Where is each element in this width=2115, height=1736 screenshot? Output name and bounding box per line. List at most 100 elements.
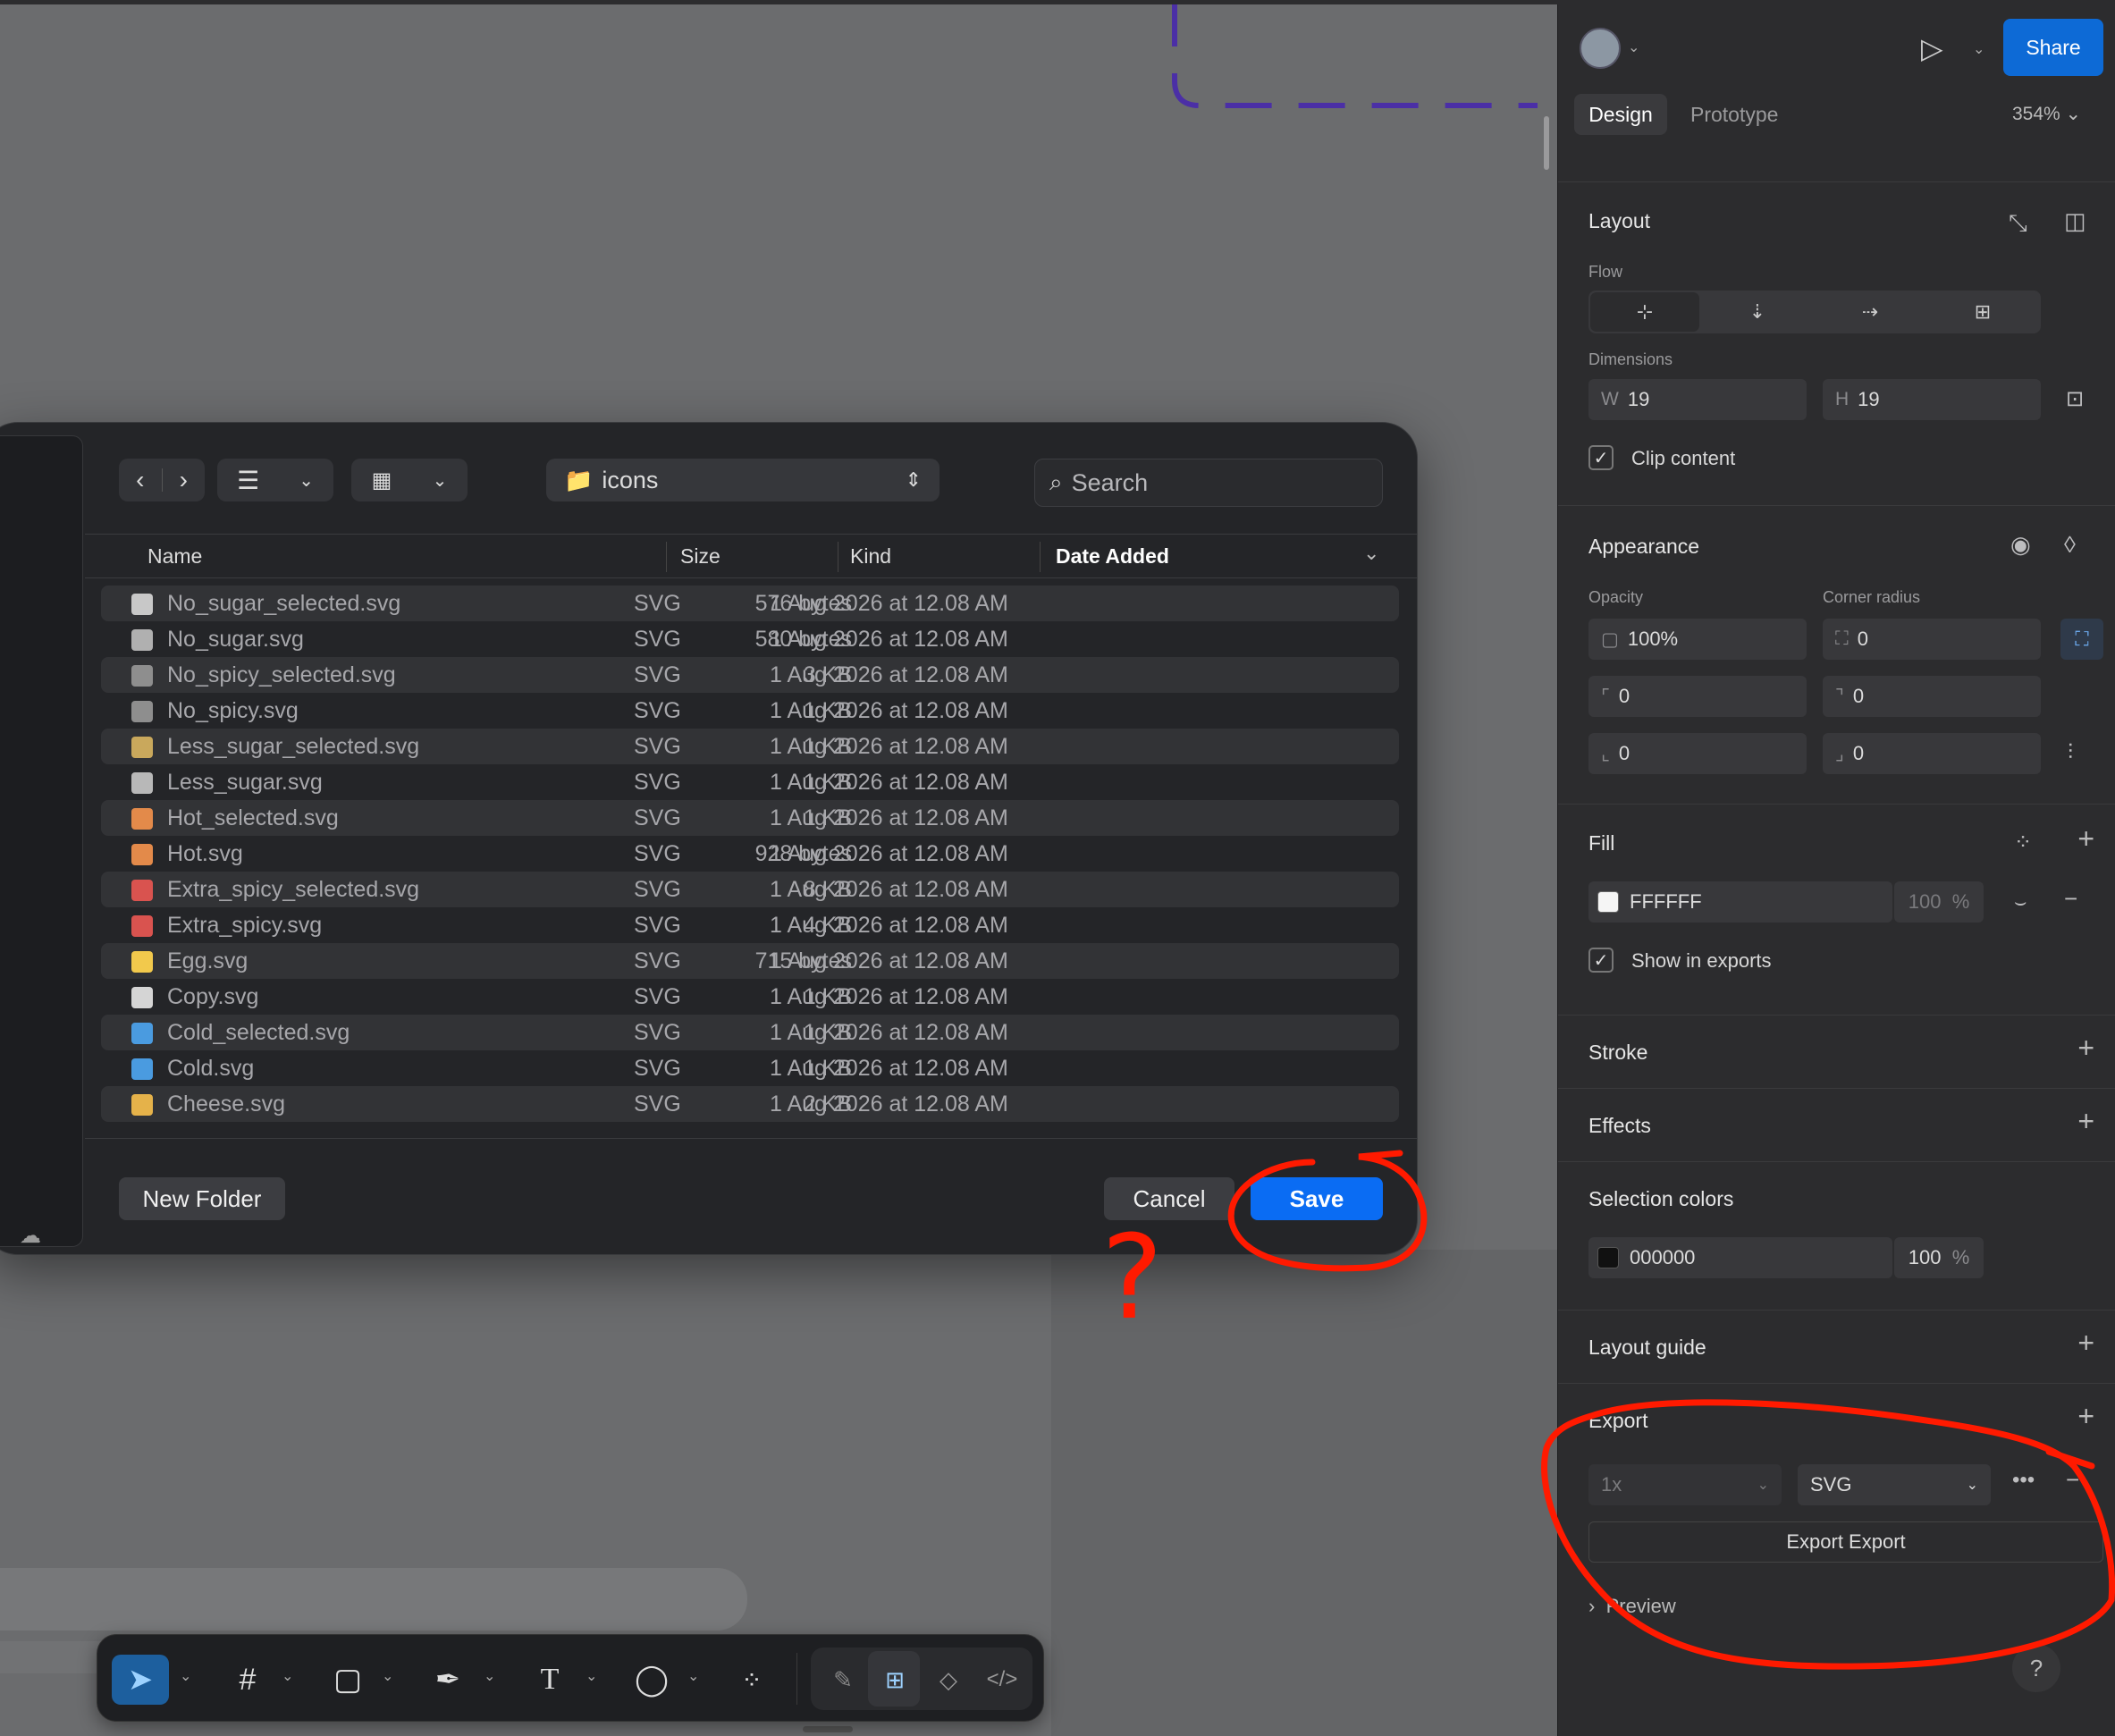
file-row[interactable]: Hot.svg 928 bytes SVG 1 Aug 2026 at 12.08 A… [101, 836, 1399, 872]
file-row[interactable]: Extra_spicy_selected.svg 8 KB SVG 1 Aug 202… [101, 872, 1399, 907]
forward-icon[interactable]: › [162, 466, 205, 494]
design-mode-button[interactable]: ⊞ [870, 1655, 920, 1705]
hide-eye-icon[interactable]: ⌣ [2014, 890, 2027, 914]
collapse-icon[interactable]: ⤡ [2009, 209, 2027, 238]
fill-color-field[interactable]: FFFFFF [1588, 881, 1892, 923]
cloud-icon[interactable]: ☁ [20, 1223, 52, 1248]
file-row[interactable]: Cheese.svg 2 KB SVG 1 Aug 2026 at 12.08 AM [101, 1086, 1399, 1122]
add-fill-icon[interactable]: + [2077, 822, 2094, 855]
file-row[interactable]: Cold.svg 1 KB SVG 1 Aug 2026 at 12.08 AM [101, 1050, 1399, 1086]
help-button[interactable]: ? [2012, 1644, 2060, 1692]
show-in-exports-checkbox[interactable]: ✓ [1588, 948, 1614, 973]
add-layout-guide-icon[interactable]: + [2077, 1327, 2094, 1360]
sort-chevron-icon[interactable]: ⌄ [1363, 542, 1379, 565]
remove-fill-icon[interactable]: − [2064, 885, 2077, 913]
column-kind[interactable]: Kind [850, 544, 891, 569]
assets-tool-button[interactable]: ⁘ [723, 1655, 780, 1705]
corner-bottom-left-field[interactable]: ⌞ 0 [1588, 733, 1807, 774]
resize-icon[interactable]: ⊡ [2066, 386, 2084, 412]
file-row[interactable]: No_spicy_selected.svg 3 KB SVG 1 Aug 2026 a… [101, 657, 1399, 693]
chevron-down-icon[interactable]: ⌄ [282, 1667, 293, 1685]
group-view-button[interactable]: ▦ ⌄ [351, 459, 468, 501]
dev-mode-button[interactable]: </> [977, 1655, 1027, 1705]
search-input[interactable]: ⌕ Search [1034, 459, 1383, 507]
export-format-select[interactable]: SVG ⌄ [1798, 1464, 1991, 1505]
avatar[interactable] [1580, 28, 1621, 69]
chevron-down-icon[interactable]: ⌄ [1628, 38, 1639, 56]
file-row[interactable]: Hot_selected.svg 1 KB SVG 1 Aug 2026 at 12.… [101, 800, 1399, 836]
column-name[interactable]: Name [147, 544, 202, 569]
column-size[interactable]: Size [680, 544, 720, 569]
tab-prototype[interactable]: Prototype [1690, 103, 1778, 127]
pen-tool-button[interactable]: ✒ [423, 1655, 473, 1705]
draw-tool-button[interactable]: ✎ [818, 1655, 868, 1705]
add-effect-icon[interactable]: + [2077, 1105, 2094, 1138]
chevron-down-icon[interactable]: ⌄ [1973, 40, 1984, 58]
more-options-icon[interactable]: ••• [2012, 1468, 2035, 1493]
corner-radius-field[interactable]: ⛶ 0 [1823, 619, 2041, 660]
flow-grid-button[interactable]: ⊞ [1926, 291, 2039, 333]
chevron-down-icon[interactable]: ⌄ [382, 1667, 393, 1685]
chevron-down-icon[interactable]: ⌄ [180, 1667, 191, 1685]
file-row[interactable]: No_spicy.svg 1 KB SVG 1 Aug 2026 at 12.08 A… [101, 693, 1399, 729]
height-field[interactable]: H 19 [1823, 379, 2041, 420]
file-row[interactable]: No_sugar.svg 580 bytes SVG 1 Aug 2026 at 12… [101, 621, 1399, 657]
save-button[interactable]: Save [1251, 1177, 1383, 1220]
corner-top-right-field[interactable]: ⌝ 0 [1823, 676, 2041, 717]
file-row[interactable]: Less_sugar_selected.svg 1 KB SVG 1 Aug 2026… [101, 729, 1399, 764]
corner-bottom-right-field[interactable]: ⌟ 0 [1823, 733, 2041, 774]
chevron-down-icon[interactable]: ⌄ [687, 1667, 699, 1685]
corner-top-left-field[interactable]: ⌜ 0 [1588, 676, 1807, 717]
zoom-level[interactable]: 354% ⌄ [2012, 103, 2081, 125]
styles-icon[interactable]: ⁘ [2014, 830, 2032, 855]
flow-free-button[interactable]: ⊹ [1588, 291, 1701, 333]
canvas-scrollbar[interactable] [1544, 116, 1549, 170]
back-icon[interactable]: ‹ [119, 466, 162, 494]
fill-swatch[interactable] [1597, 891, 1619, 913]
list-view-button[interactable]: ☰ ⌄ [217, 459, 333, 501]
selection-swatch[interactable] [1597, 1247, 1619, 1268]
move-tool-button[interactable]: ➤ [112, 1655, 169, 1705]
independent-corners-button[interactable]: ⛶ [2060, 619, 2103, 660]
frame-tool-button[interactable]: # [223, 1655, 273, 1705]
new-folder-button[interactable]: New Folder [119, 1177, 285, 1220]
clip-content-checkbox[interactable]: ✓ [1588, 445, 1614, 470]
opacity-field[interactable]: ▢ 100% [1588, 619, 1807, 660]
flow-horizontal-button[interactable]: ⇢ [1814, 291, 1926, 333]
flow-vertical-button[interactable]: ⇣ [1701, 291, 1814, 333]
remove-export-icon[interactable]: − [2066, 1466, 2079, 1494]
cancel-button[interactable]: Cancel [1104, 1177, 1234, 1220]
export-button[interactable]: Export Export [1588, 1521, 2103, 1563]
tab-design[interactable]: Design [1574, 94, 1667, 135]
eye-icon[interactable]: ◉ [2010, 531, 2031, 559]
selection-color-field[interactable]: 000000 [1588, 1237, 1892, 1278]
column-date-added[interactable]: Date Added [1056, 544, 1169, 569]
play-icon[interactable]: ▷ [1921, 31, 1943, 65]
chevron-down-icon[interactable]: ⌄ [586, 1667, 597, 1685]
prototype-mode-button[interactable]: ◇ [923, 1655, 973, 1705]
drop-icon[interactable]: ◊ [2064, 531, 2076, 559]
comment-tool-button[interactable]: ◯ [627, 1655, 677, 1705]
add-stroke-icon[interactable]: + [2077, 1032, 2094, 1065]
add-export-icon[interactable]: + [2077, 1400, 2094, 1433]
file-row[interactable]: No_sugar_selected.svg 576 bytes SVG 1 Aug 2… [101, 586, 1399, 621]
file-row[interactable]: Cold_selected.svg 1 KB SVG 1 Aug 2026 at 12… [101, 1015, 1399, 1050]
export-scale-select[interactable]: 1x ⌄ [1588, 1464, 1782, 1505]
toolbar-drag-handle[interactable] [803, 1726, 853, 1732]
share-button[interactable]: Share [2003, 19, 2103, 76]
file-name: Less_sugar.svg [167, 770, 323, 795]
file-row[interactable]: Less_sugar.svg 1 KB SVG 1 Aug 2026 at 12.08… [101, 764, 1399, 800]
text-tool-button[interactable]: T [525, 1655, 575, 1705]
layout-options-icon[interactable]: ◫ [2064, 207, 2086, 235]
fill-opacity-field[interactable]: 100 % [1894, 881, 1984, 923]
preview-toggle[interactable]: › Preview [1588, 1595, 1676, 1618]
file-row[interactable]: Egg.svg 715 bytes SVG 1 Aug 2026 at 12.08 A… [101, 943, 1399, 979]
file-row[interactable]: Copy.svg 1 KB SVG 1 Aug 2026 at 12.08 AM [101, 979, 1399, 1015]
sliders-icon[interactable]: ⫶ [2068, 740, 2073, 765]
file-row[interactable]: Extra_spicy.svg 4 KB SVG 1 Aug 2026 at 12.0… [101, 907, 1399, 943]
selection-opacity-field[interactable]: 100 % [1894, 1237, 1984, 1278]
rectangle-tool-button[interactable]: ▢ [323, 1655, 373, 1705]
chevron-down-icon[interactable]: ⌄ [484, 1667, 495, 1685]
width-field[interactable]: W 19 [1588, 379, 1807, 420]
location-popup[interactable]: 📁 icons ⇕ [546, 459, 940, 501]
